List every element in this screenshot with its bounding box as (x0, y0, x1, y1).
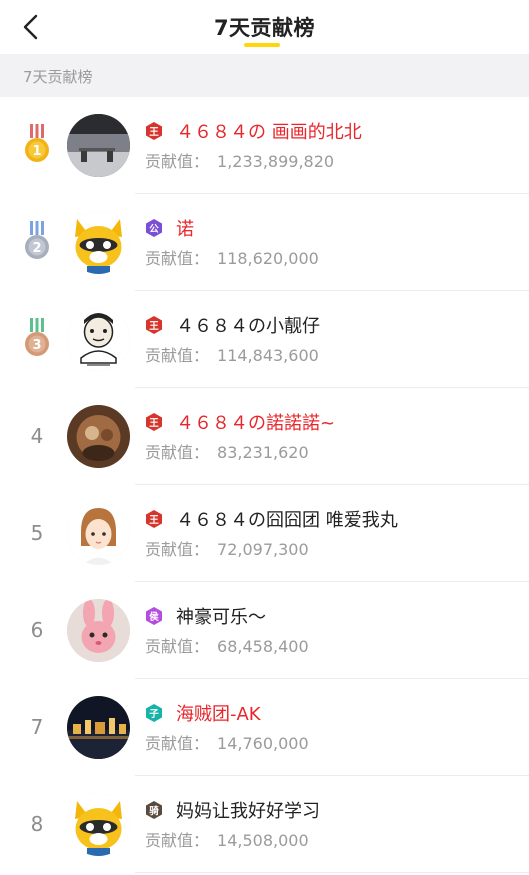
contribution-value: 68,458,400 (217, 637, 309, 656)
ranking-row[interactable]: 1 王 ４６８４の 画画的北北 贡献值： 1,233,899,820 (0, 97, 529, 194)
viscount-badge-icon: 子 (146, 704, 162, 722)
contribution-line: 贡献值： 83,231,620 (145, 439, 309, 463)
user-name[interactable]: 海贼团-AK (176, 700, 261, 726)
contribution-line: 贡献值： 72,097,300 (145, 536, 309, 560)
svg-text:子: 子 (149, 709, 159, 720)
contribution-label: 贡献值： (145, 637, 210, 656)
knight-badge-icon: 骑 (146, 801, 162, 819)
row-divider (135, 872, 529, 873)
contribution-label: 贡献值： (145, 249, 210, 268)
section-header: 7天贡献榜 (0, 54, 529, 97)
contribution-value: 118,620,000 (217, 249, 319, 268)
contribution-value: 1,233,899,820 (217, 152, 335, 171)
rank-number: 5 (30, 521, 44, 545)
avatar[interactable] (67, 308, 130, 371)
title-underline (244, 43, 280, 47)
contribution-label: 贡献值： (145, 443, 210, 462)
contribution-label: 贡献值： (145, 346, 210, 365)
king-badge-icon: 王 (146, 122, 162, 140)
user-name[interactable]: 妈妈让我好好学习 (176, 797, 320, 823)
contribution-label: 贡献值： (145, 831, 210, 850)
rank-number: 6 (30, 618, 44, 642)
svg-text:侯: 侯 (149, 611, 159, 623)
avatar[interactable] (67, 502, 130, 565)
contribution-label: 贡献值： (145, 152, 210, 171)
section-label: 7天贡献榜 (23, 68, 93, 86)
contribution-line: 贡献值： 68,458,400 (145, 633, 309, 657)
ranking-row[interactable]: 2 公 诺 贡献值： 118,620,000 (0, 194, 529, 291)
gold-medal-icon: 1 (25, 124, 49, 162)
user-name[interactable]: ４６８４の 画画的北北 (176, 118, 362, 144)
user-name-line: 子 海贼团-AK (145, 701, 261, 725)
user-name-line: 王 ４６８４の小靓仔 (145, 313, 320, 337)
avatar[interactable] (67, 793, 130, 856)
ranking-row[interactable]: 8 骑 妈妈让我好好学习 贡献值： 14,508,000 (0, 776, 529, 873)
page-title: 7天贡献榜 (213, 16, 316, 40)
silver-medal-icon: 2 (25, 221, 49, 259)
contribution-line: 贡献值： 1,233,899,820 (145, 148, 334, 172)
duke-badge-icon: 公 (146, 219, 162, 237)
contribution-value: 72,097,300 (217, 540, 309, 559)
ranking-list: 1 王 ４６８４の 画画的北北 贡献值： 1,233,899,820 2 公 诺… (0, 97, 529, 873)
avatar[interactable] (67, 405, 130, 468)
user-name[interactable]: ４６８４の諾諾諾~ (176, 409, 335, 435)
avatar[interactable] (67, 696, 130, 759)
contribution-value: 114,843,600 (217, 346, 319, 365)
ranking-row[interactable]: 7 子 海贼团-AK 贡献值： 14,760,000 (0, 679, 529, 776)
contribution-line: 贡献值： 114,843,600 (145, 342, 319, 366)
king-badge-icon: 王 (146, 510, 162, 528)
contribution-value: 14,508,000 (217, 831, 309, 850)
contribution-line: 贡献值： 14,508,000 (145, 827, 309, 851)
ranking-row[interactable]: 6 侯 神豪可乐～ 贡献值： 68,458,400 (0, 582, 529, 679)
rank-number: 7 (30, 715, 44, 739)
top-bar: 7天贡献榜 (0, 0, 529, 54)
svg-text:3: 3 (32, 338, 41, 353)
svg-text:1: 1 (32, 144, 41, 159)
user-name-line: 公 诺 (145, 216, 194, 240)
svg-text:2: 2 (32, 241, 41, 256)
contribution-label: 贡献值： (145, 734, 210, 753)
marquis-badge-icon: 侯 (146, 607, 162, 625)
svg-text:骑: 骑 (149, 805, 159, 817)
user-name[interactable]: ４６８４の囧囧团 唯爱我丸 (176, 506, 398, 532)
rank-number: 4 (30, 424, 44, 448)
user-name[interactable]: ４６８４の小靓仔 (176, 312, 320, 338)
contribution-label: 贡献值： (145, 540, 210, 559)
avatar[interactable] (67, 599, 130, 662)
user-name[interactable]: 诺 (176, 215, 194, 241)
ranking-row[interactable]: 4 王 ４６８４の諾諾諾~ 贡献值： 83,231,620 (0, 388, 529, 485)
svg-text:王: 王 (149, 418, 159, 429)
king-badge-icon: 王 (146, 316, 162, 334)
avatar[interactable] (67, 211, 130, 274)
bronze-medal-icon: 3 (25, 318, 49, 356)
user-name-line: 王 ４６８４の諾諾諾~ (145, 410, 335, 434)
contribution-value: 14,760,000 (217, 734, 309, 753)
user-name-line: 王 ４６８４の 画画的北北 (145, 119, 362, 143)
contribution-line: 贡献值： 14,760,000 (145, 730, 309, 754)
svg-text:王: 王 (149, 127, 159, 138)
ranking-row[interactable]: 5 王 ４６８４の囧囧团 唯爱我丸 贡献值： 72,097,300 (0, 485, 529, 582)
contribution-line: 贡献值： 118,620,000 (145, 245, 319, 269)
user-name[interactable]: 神豪可乐～ (176, 603, 266, 629)
user-name-line: 骑 妈妈让我好好学习 (145, 798, 320, 822)
avatar[interactable] (67, 114, 130, 177)
contribution-value: 83,231,620 (217, 443, 309, 462)
svg-text:王: 王 (149, 321, 159, 332)
king-badge-icon: 王 (146, 413, 162, 431)
svg-text:公: 公 (149, 224, 159, 235)
ranking-row[interactable]: 3 王 ４６８４の小靓仔 贡献值： 114,843,600 (0, 291, 529, 388)
svg-text:王: 王 (149, 515, 159, 526)
user-name-line: 王 ４６８４の囧囧团 唯爱我丸 (145, 507, 398, 531)
rank-number: 8 (30, 812, 44, 836)
user-name-line: 侯 神豪可乐～ (145, 604, 266, 628)
